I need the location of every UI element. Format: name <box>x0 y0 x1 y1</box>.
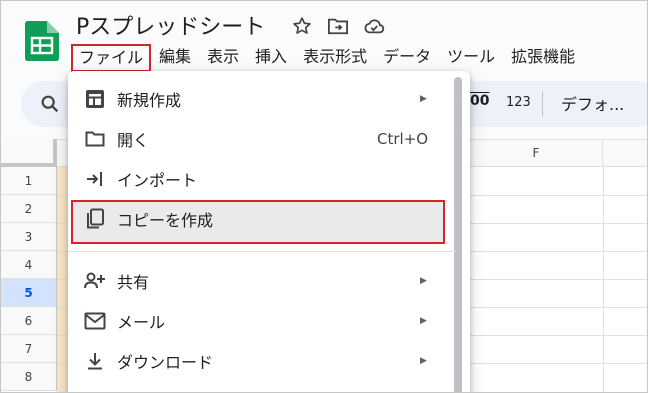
menu-item-new[interactable]: 新規作成 ▶ <box>68 79 463 119</box>
menu-item-share[interactable]: 共有 ▶ <box>68 261 463 301</box>
row-header-5[interactable]: 5 <box>1 279 57 307</box>
row-header-7[interactable]: 7 <box>1 335 57 363</box>
copy-icon <box>84 208 106 230</box>
submenu-arrow-icon: ▶ <box>420 94 427 104</box>
row-header-4[interactable]: 4 <box>1 251 57 279</box>
menu-item-label: 開く <box>117 131 150 150</box>
row-header-1[interactable]: 1 <box>1 167 57 195</box>
download-icon <box>84 350 106 372</box>
column-gridline <box>603 167 604 392</box>
menu-item-email[interactable]: メール ▶ <box>68 301 463 341</box>
sheets-logo-icon[interactable] <box>25 21 59 61</box>
row-header-8[interactable]: 8 <box>1 363 57 391</box>
row-header-6[interactable]: 6 <box>1 307 57 335</box>
font-select[interactable]: デフォ... <box>561 91 624 115</box>
menubar: ファイル 編集 表示 挿入 表示形式 データ ツール 拡張機能 <box>71 44 583 72</box>
toolbar-divider <box>542 91 543 117</box>
mail-icon <box>84 310 106 332</box>
submenu-arrow-icon: ▶ <box>420 276 427 286</box>
add-box-icon <box>84 88 106 110</box>
app-window: Pスプレッドシート ファイル 編集 表示 挿入 表示形式 データ ツール 拡張機… <box>0 0 648 393</box>
decrease-decimal-button[interactable]: 00 <box>470 93 489 109</box>
menu-item-label: 新規作成 <box>117 91 182 110</box>
number-format-button[interactable]: 123 <box>506 95 531 110</box>
file-menu-dropdown: 新規作成 ▶ 開く Ctrl+O インポート コピーを作成 共有 ▶ メール ▶… <box>68 71 470 392</box>
column-header-f[interactable]: F <box>469 139 603 167</box>
menu-item-label: コピーを作成 <box>117 211 214 230</box>
menu-item-label: インポート <box>117 171 198 190</box>
menu-item-open[interactable]: 開く Ctrl+O <box>68 119 463 159</box>
submenu-arrow-icon: ▶ <box>420 316 427 326</box>
star-icon[interactable] <box>291 15 313 37</box>
menu-tools[interactable]: ツール <box>439 44 503 72</box>
title-actions <box>291 15 385 37</box>
menu-item-download[interactable]: ダウンロード ▶ <box>68 341 463 381</box>
menu-view[interactable]: 表示 <box>199 44 247 72</box>
menu-data[interactable]: データ <box>375 44 439 72</box>
cloud-status-icon[interactable] <box>363 15 385 37</box>
menu-item-label: メール <box>117 313 166 332</box>
submenu-arrow-icon: ▶ <box>420 356 427 366</box>
move-folder-icon[interactable] <box>327 15 349 37</box>
menu-insert[interactable]: 挿入 <box>247 44 295 72</box>
search-icon[interactable] <box>39 93 63 117</box>
folder-icon <box>84 128 106 150</box>
menu-item-make-copy[interactable]: コピーを作成 <box>68 199 463 239</box>
import-icon <box>84 168 106 190</box>
menu-extensions[interactable]: 拡張機能 <box>503 44 583 72</box>
row-header-2[interactable]: 2 <box>1 195 57 223</box>
menu-format[interactable]: 表示形式 <box>295 44 375 72</box>
document-title[interactable]: Pスプレッドシート <box>76 9 265 41</box>
select-all-corner[interactable] <box>1 139 57 167</box>
shortcut-label: Ctrl+O <box>377 130 429 148</box>
person-add-icon <box>84 270 106 292</box>
menu-item-label: ダウンロード <box>117 353 214 372</box>
menu-item-label: 共有 <box>117 273 150 292</box>
menu-edit[interactable]: 編集 <box>151 44 199 72</box>
menu-item-import[interactable]: インポート <box>68 159 463 199</box>
menu-divider <box>68 251 456 252</box>
row-header-3[interactable]: 3 <box>1 223 57 251</box>
menu-file[interactable]: ファイル <box>71 44 152 72</box>
